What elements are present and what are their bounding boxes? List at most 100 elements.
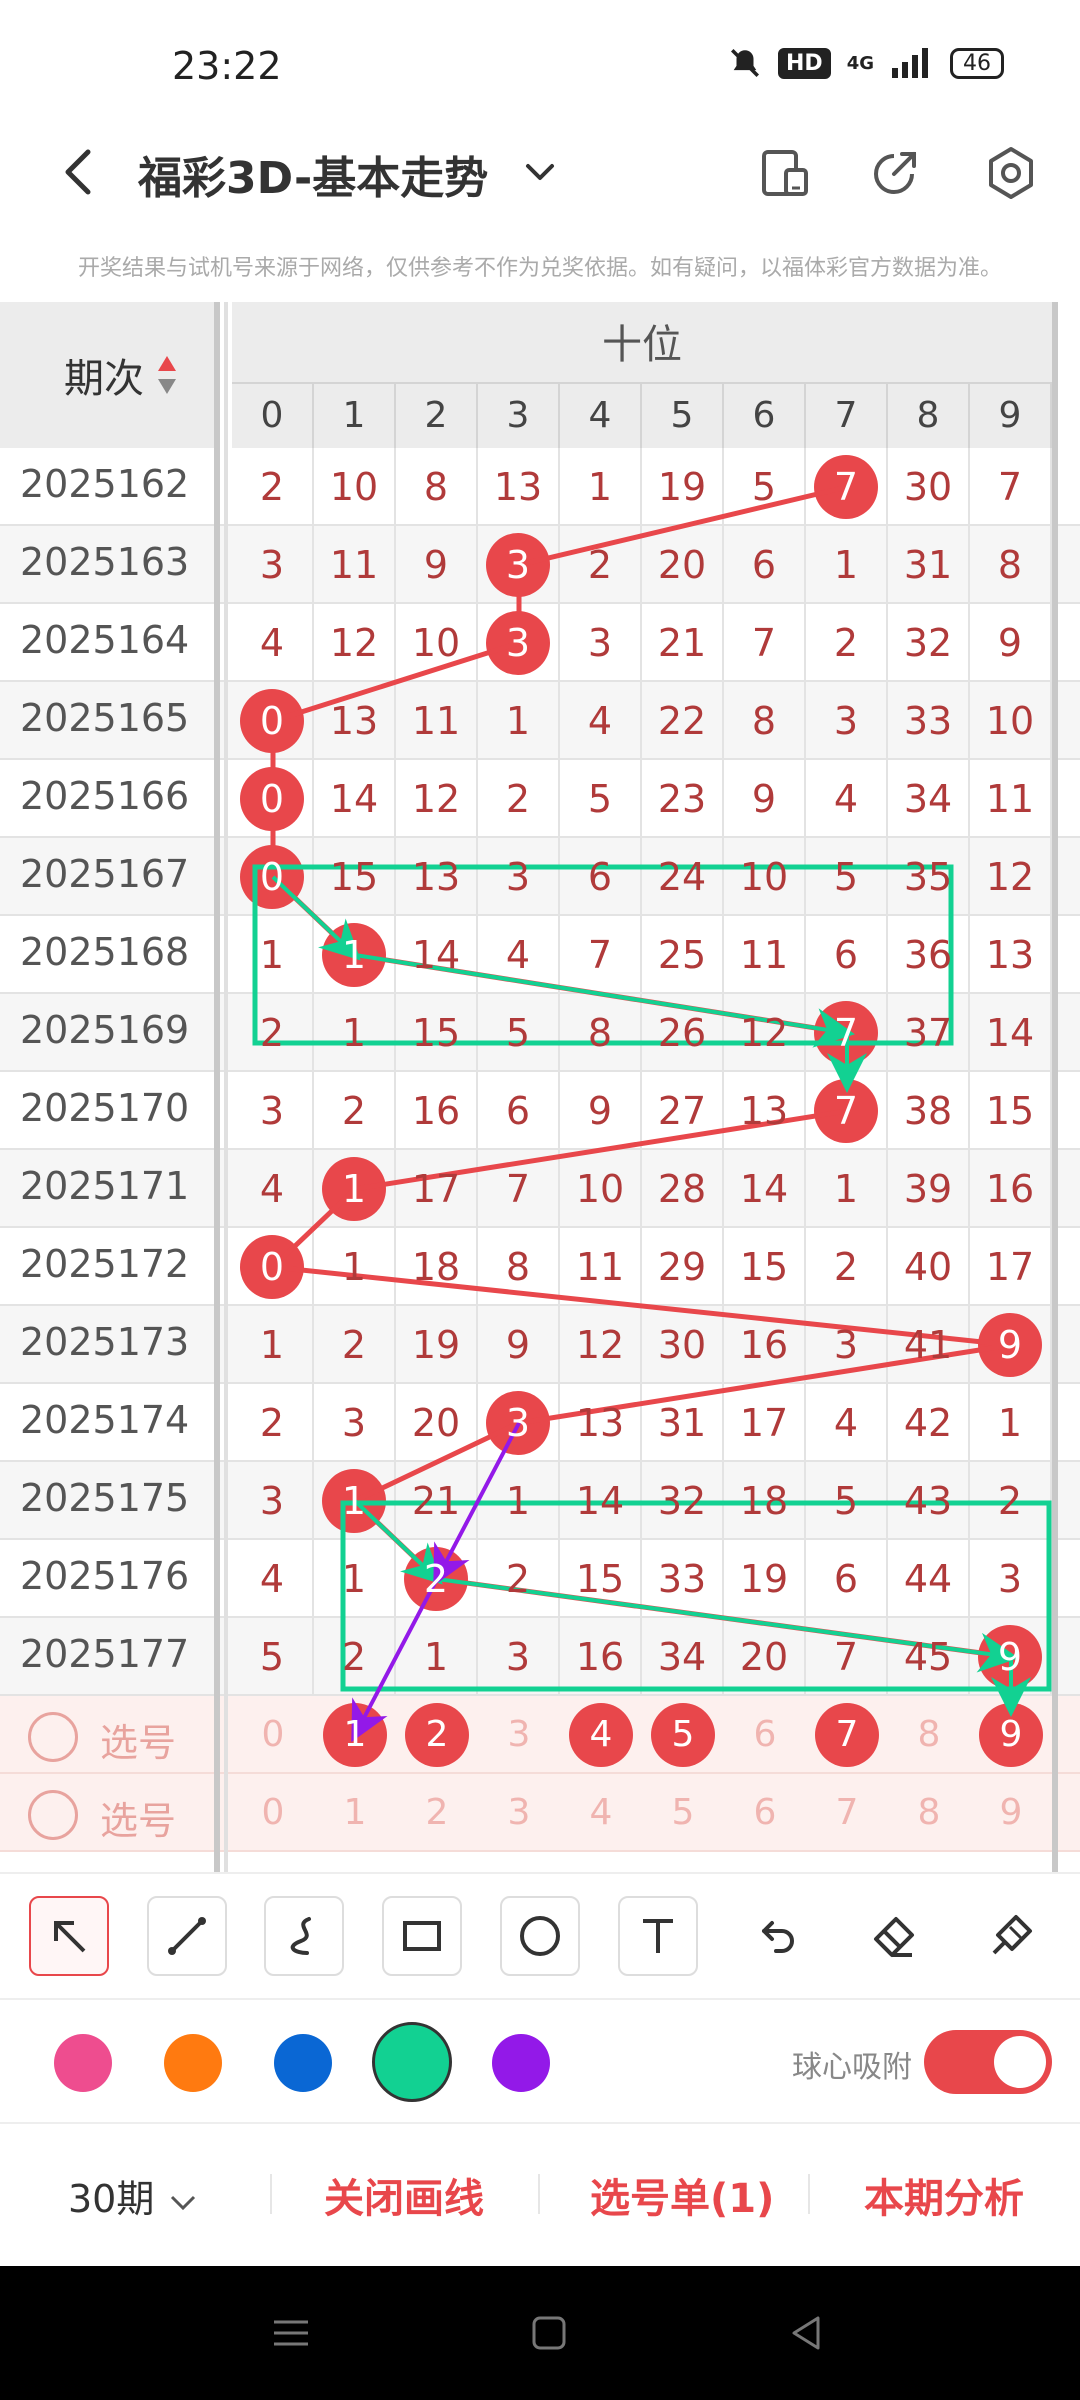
hit-ball[interactable]: 1 <box>314 1462 396 1540</box>
omission-cell[interactable]: 16 <box>724 1306 806 1384</box>
omission-cell[interactable]: 24 <box>642 838 724 916</box>
omission-cell[interactable]: 5 <box>724 448 806 526</box>
omission-cell[interactable]: 1 <box>314 994 396 1072</box>
omission-cell[interactable]: 21 <box>396 1462 478 1540</box>
magnet-snap-toggle[interactable] <box>924 2030 1052 2094</box>
omission-cell[interactable]: 20 <box>724 1618 806 1696</box>
omission-cell[interactable]: 13 <box>314 682 396 760</box>
omission-cell[interactable]: 3 <box>970 1540 1052 1618</box>
omission-cell[interactable]: 6 <box>560 838 642 916</box>
color-swatch-orange[interactable] <box>164 2034 222 2092</box>
omission-cell[interactable]: 1 <box>314 1228 396 1306</box>
omission-cell[interactable]: 3 <box>232 1462 314 1540</box>
omission-cell[interactable]: 11 <box>314 526 396 604</box>
omission-cell[interactable]: 16 <box>970 1150 1052 1228</box>
omission-cell[interactable]: 17 <box>396 1150 478 1228</box>
omission-cell[interactable]: 3 <box>232 1072 314 1150</box>
omission-cell[interactable]: 4 <box>232 604 314 682</box>
omission-cell[interactable]: 1 <box>970 1384 1052 1462</box>
select-arrow-tool[interactable] <box>28 1896 109 1976</box>
omission-cell[interactable]: 5 <box>560 760 642 838</box>
omission-cell[interactable]: 9 <box>478 1306 560 1384</box>
omission-cell[interactable]: 6 <box>806 916 888 994</box>
omission-cell[interactable]: 3 <box>232 526 314 604</box>
omission-cell[interactable]: 44 <box>888 1540 970 1618</box>
omission-cell[interactable]: 39 <box>888 1150 970 1228</box>
omission-cell[interactable]: 2 <box>232 994 314 1072</box>
omission-cell[interactable]: 41 <box>888 1306 970 1384</box>
omission-cell[interactable]: 13 <box>478 448 560 526</box>
pick-ball-selected[interactable]: 5 <box>642 1696 724 1774</box>
period-analysis-button[interactable]: 本期分析 <box>864 2166 1024 2224</box>
omission-cell[interactable]: 31 <box>642 1384 724 1462</box>
omission-cell[interactable]: 22 <box>642 682 724 760</box>
omission-cell[interactable]: 14 <box>396 916 478 994</box>
omission-cell[interactable]: 45 <box>888 1618 970 1696</box>
hit-ball[interactable]: 3 <box>478 526 560 604</box>
color-swatch-blue[interactable] <box>274 2034 332 2092</box>
hit-ball[interactable]: 1 <box>314 1150 396 1228</box>
omission-cell[interactable]: 15 <box>396 994 478 1072</box>
omission-cell[interactable]: 40 <box>888 1228 970 1306</box>
omission-cell[interactable]: 2 <box>970 1462 1052 1540</box>
undo-tool[interactable] <box>735 1896 815 1976</box>
omission-cell[interactable]: 15 <box>560 1540 642 1618</box>
omission-cell[interactable]: 15 <box>314 838 396 916</box>
omission-cell[interactable]: 8 <box>478 1228 560 1306</box>
omission-cell[interactable]: 19 <box>724 1540 806 1618</box>
omission-cell[interactable]: 30 <box>642 1306 724 1384</box>
omission-cell[interactable]: 4 <box>232 1540 314 1618</box>
omission-cell[interactable]: 2 <box>232 448 314 526</box>
omission-cell[interactable]: 5 <box>478 994 560 1072</box>
phone-layout-icon[interactable] <box>756 144 814 202</box>
omission-cell[interactable]: 13 <box>396 838 478 916</box>
hit-ball[interactable]: 2 <box>396 1540 478 1618</box>
pick-ball-selected[interactable]: 1 <box>314 1696 396 1774</box>
pick-list-button[interactable]: 选号单(1) <box>590 2166 774 2224</box>
pick-ball[interactable]: 9 <box>970 1774 1052 1852</box>
omission-cell[interactable]: 1 <box>232 916 314 994</box>
omission-cell[interactable]: 6 <box>724 526 806 604</box>
omission-cell[interactable]: 5 <box>232 1618 314 1696</box>
omission-cell[interactable]: 8 <box>724 682 806 760</box>
omission-cell[interactable]: 2 <box>314 1618 396 1696</box>
color-swatch-pink[interactable] <box>54 2034 112 2092</box>
omission-cell[interactable]: 32 <box>642 1462 724 1540</box>
omission-cell[interactable]: 2 <box>232 1384 314 1462</box>
omission-cell[interactable]: 18 <box>396 1228 478 1306</box>
omission-cell[interactable]: 4 <box>560 682 642 760</box>
period-header[interactable]: 期次 <box>0 302 214 448</box>
home-square-icon[interactable] <box>526 2310 572 2356</box>
omission-cell[interactable]: 9 <box>560 1072 642 1150</box>
omission-cell[interactable]: 2 <box>478 760 560 838</box>
omission-cell[interactable]: 37 <box>888 994 970 1072</box>
pick-ball[interactable]: 8 <box>888 1696 970 1774</box>
omission-cell[interactable]: 14 <box>560 1462 642 1540</box>
omission-cell[interactable]: 1 <box>314 1540 396 1618</box>
omission-cell[interactable]: 38 <box>888 1072 970 1150</box>
omission-cell[interactable]: 36 <box>888 916 970 994</box>
omission-cell[interactable]: 2 <box>806 604 888 682</box>
omission-cell[interactable]: 15 <box>970 1072 1052 1150</box>
freehand-tool[interactable] <box>264 1896 345 1976</box>
clear-brush-tool[interactable] <box>971 1896 1051 1976</box>
omission-cell[interactable]: 3 <box>560 604 642 682</box>
omission-cell[interactable]: 12 <box>314 604 396 682</box>
period-count-select[interactable]: 30期 <box>68 2168 200 2223</box>
omission-cell[interactable]: 8 <box>560 994 642 1072</box>
share-edit-icon[interactable] <box>866 144 924 202</box>
omission-cell[interactable]: 8 <box>396 448 478 526</box>
omission-cell[interactable]: 32 <box>888 604 970 682</box>
omission-cell[interactable]: 21 <box>642 604 724 682</box>
line-tool[interactable] <box>146 1896 227 1976</box>
omission-cell[interactable]: 1 <box>806 526 888 604</box>
omission-cell[interactable]: 9 <box>970 604 1052 682</box>
omission-cell[interactable]: 26 <box>642 994 724 1072</box>
pick-ball-selected[interactable]: 2 <box>396 1696 478 1774</box>
sort-icon[interactable] <box>156 354 178 396</box>
omission-cell[interactable]: 10 <box>724 838 806 916</box>
omission-cell[interactable]: 12 <box>396 760 478 838</box>
omission-cell[interactable]: 4 <box>232 1150 314 1228</box>
omission-cell[interactable]: 7 <box>970 448 1052 526</box>
menu-icon[interactable] <box>268 2310 314 2356</box>
